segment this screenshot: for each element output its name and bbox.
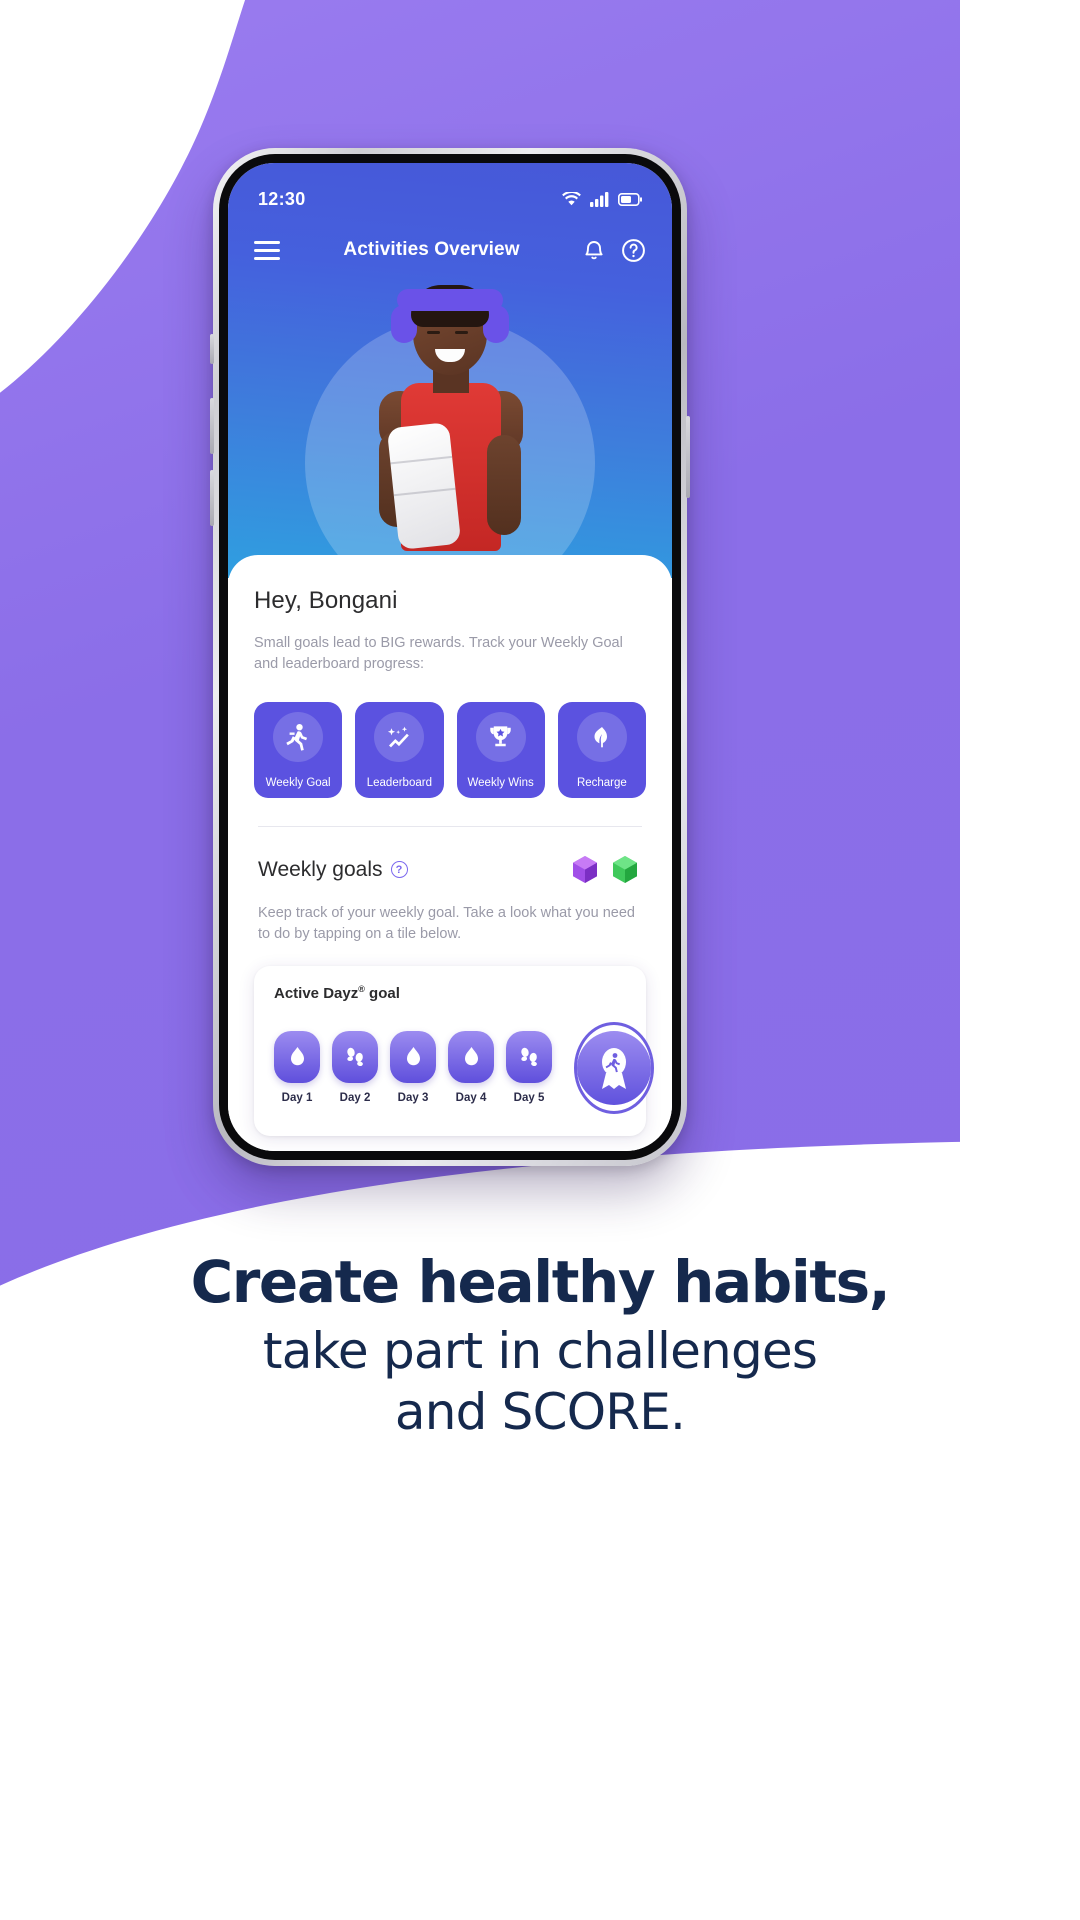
active-dayz-goal-card[interactable]: Active Dayz® goal Day 1 Day 2 Day 3 Day … xyxy=(254,965,654,1136)
day-label: Day 2 xyxy=(339,1092,371,1105)
app-navbar: Activities Overview xyxy=(228,223,672,277)
trophy-icon xyxy=(475,711,526,762)
promo-headline: Create healthy habits, take part in chal… xyxy=(0,1250,1080,1443)
award-medal-badge[interactable] xyxy=(574,1021,654,1114)
flame-icon xyxy=(448,1031,494,1084)
status-icons xyxy=(562,178,642,207)
navbar-actions xyxy=(583,238,646,263)
day-chip-3[interactable]: Day 3 xyxy=(390,1031,436,1104)
headline-line-1: Create healthy habits, xyxy=(190,1248,891,1316)
question-circle-icon[interactable] xyxy=(621,238,646,263)
question-circle-icon[interactable]: ? xyxy=(390,861,408,879)
hamburger-menu-icon[interactable] xyxy=(254,240,280,260)
runner-icon xyxy=(273,711,324,762)
sparkle-chart-icon xyxy=(374,711,425,762)
green-gem-icon xyxy=(613,855,637,883)
day-label: Day 3 xyxy=(397,1092,429,1105)
day-label: Day 1 xyxy=(281,1092,313,1105)
battery-icon xyxy=(618,192,642,206)
weekly-goals-title-group: Weekly goals ? xyxy=(258,858,408,882)
wifi-icon xyxy=(562,192,581,206)
weekly-goals-title: Weekly goals xyxy=(258,857,383,881)
phone-screen: 12:30 Activities Overview Hey, Bongani S… xyxy=(228,163,672,1151)
goal-title-main: Active Dayz xyxy=(274,984,359,1002)
day-chip-2[interactable]: Day 2 xyxy=(332,1031,378,1104)
phone-mockup: 12:30 Activities Overview Hey, Bongani S… xyxy=(210,148,690,1166)
weekly-goals-copy: Keep track of your weekly goal. Take a l… xyxy=(258,904,635,943)
day-label: Day 5 xyxy=(513,1092,545,1105)
phone-power-button xyxy=(686,416,690,498)
tile-label: Weekly Wins xyxy=(467,776,534,789)
promo-screenshot: 12:30 Activities Overview Hey, Bongani S… xyxy=(0,0,1080,1920)
content-sheet: Hey, Bongani Small goals lead to BIG rew… xyxy=(228,555,672,1151)
phone-volume-down-button xyxy=(210,470,214,526)
greeting-text: Hey, Bongani xyxy=(254,587,398,614)
headline-line-3: and SCORE. xyxy=(394,1382,686,1441)
footsteps-icon xyxy=(332,1031,378,1084)
day-label: Day 4 xyxy=(455,1092,487,1105)
flame-icon xyxy=(274,1031,320,1084)
tile-leaderboard[interactable]: Leaderboard xyxy=(355,701,444,798)
greeting-subcopy: Small goals lead to BIG rewards. Track y… xyxy=(254,635,623,673)
weekly-goals-header: Weekly goals ? xyxy=(254,853,646,887)
section-divider xyxy=(258,825,642,827)
registered-mark: ® xyxy=(358,983,365,994)
status-time: 12:30 xyxy=(258,188,306,209)
tile-label: Leaderboard xyxy=(366,776,432,789)
purple-gem-icon xyxy=(573,855,597,883)
cellular-signal-icon xyxy=(590,191,609,207)
tile-weekly-goal[interactable]: Weekly Goal xyxy=(254,701,343,798)
athlete-illustration xyxy=(335,275,565,578)
phone-volume-up-button xyxy=(210,398,214,454)
page-title: Activities Overview xyxy=(343,239,520,260)
tile-label: Recharge xyxy=(576,776,627,789)
days-row: Day 1 Day 2 Day 3 Day 4 Day 5 xyxy=(274,1021,654,1114)
tile-weekly-wins[interactable]: Weekly Wins xyxy=(456,701,545,798)
goal-title-tail: goal xyxy=(364,984,400,1002)
award-medal-icon xyxy=(577,1030,651,1105)
footsteps-icon xyxy=(506,1031,552,1084)
leaf-icon xyxy=(576,711,627,762)
quick-action-tiles: Weekly Goal Leaderboard Weekly Wins Rech… xyxy=(254,701,646,798)
tile-recharge[interactable]: Recharge xyxy=(557,701,646,798)
white-right-margin xyxy=(960,0,1080,1260)
day-chip-1[interactable]: Day 1 xyxy=(274,1031,320,1104)
day-chip-4[interactable]: Day 4 xyxy=(448,1031,494,1104)
day-chip-5[interactable]: Day 5 xyxy=(506,1031,552,1104)
gem-badges xyxy=(568,853,642,887)
app-hero: 12:30 Activities Overview xyxy=(228,163,672,578)
tile-label: Weekly Goal xyxy=(265,776,331,789)
status-bar: 12:30 xyxy=(228,163,672,221)
phone-silent-switch xyxy=(210,334,214,364)
bell-icon[interactable] xyxy=(583,238,605,262)
flame-icon xyxy=(390,1031,436,1084)
headline-line-2: take part in challenges xyxy=(262,1321,818,1380)
active-dayz-goal-title: Active Dayz® goal xyxy=(274,984,626,1002)
